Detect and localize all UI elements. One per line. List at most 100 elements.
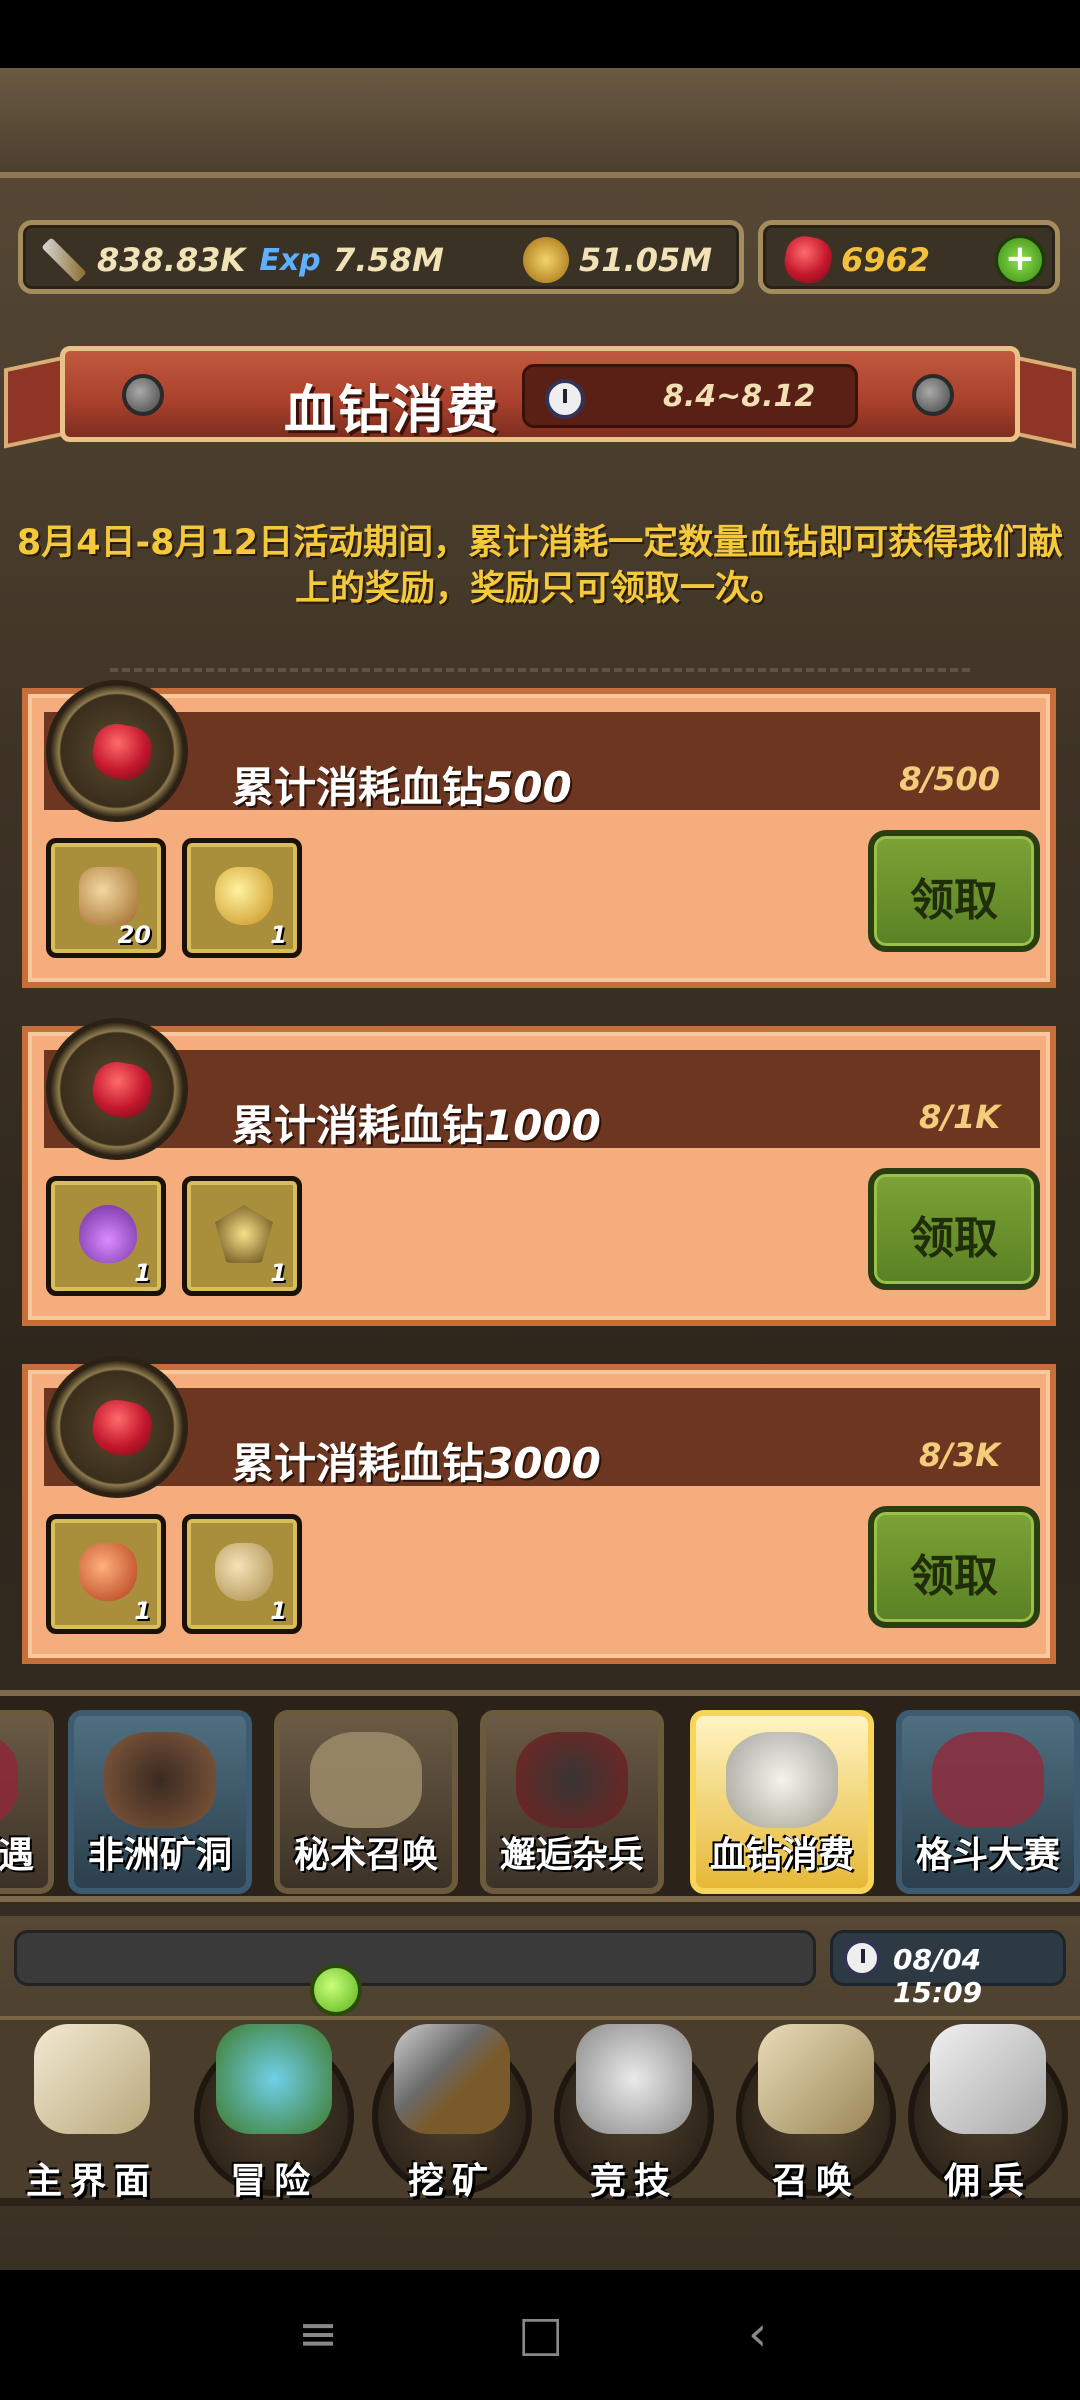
reward-card: 累计消耗血钻500 8/500 20 1 领取 xyxy=(22,680,1056,988)
claim-button[interactable]: 领取 xyxy=(868,830,1040,952)
reward-progress: 8/1K xyxy=(918,1098,1000,1136)
claim-label: 领取 xyxy=(910,1213,998,1264)
map-scroll-icon xyxy=(34,2024,150,2134)
exp-resource: Exp 7.58M xyxy=(257,235,443,285)
claim-button[interactable]: 领取 xyxy=(868,1506,1040,1628)
event-date-box: 8.4~8.12 xyxy=(522,364,858,428)
game-screen: 838.83K Exp 7.58M 51.05M 6962 + 血钻消费 8.4… xyxy=(0,68,1080,2270)
blood-diamond-resource: 6962 xyxy=(781,233,931,287)
notification-dot xyxy=(310,1964,362,2016)
claim-button[interactable]: 领取 xyxy=(868,1168,1040,1290)
reward-item[interactable]: 1 xyxy=(182,1514,302,1634)
tab-blood-diamond-consume[interactable]: 血钻消费 xyxy=(690,1710,874,1894)
add-diamond-button[interactable]: + xyxy=(995,235,1045,285)
timestamp: 08/04 15:09 xyxy=(893,1943,983,2009)
card-ruby-badge xyxy=(46,1018,188,1160)
sword-icon xyxy=(41,237,87,283)
card-ruby-badge xyxy=(46,1356,188,1498)
tab-encounter[interactable]: 遇 xyxy=(0,1710,54,1894)
claim-label: 领取 xyxy=(910,875,998,926)
pickaxe-icon xyxy=(394,2024,510,2134)
reward-item[interactable]: 1 xyxy=(46,1176,166,1296)
tab-label: 非洲矿洞 xyxy=(87,1835,232,1876)
reward-card-header: 累计消耗血钻500 8/500 xyxy=(44,712,1040,812)
reward-progress: 8/3K xyxy=(918,1436,1000,1474)
exp-icon: Exp xyxy=(259,242,321,278)
medal-icon xyxy=(215,1205,273,1263)
tent-icon xyxy=(930,2024,1046,2134)
item-count: 1 xyxy=(270,1259,287,1287)
reward-title: 累计消耗血钻3000 xyxy=(232,1430,601,1491)
reward-item[interactable]: 1 xyxy=(46,1514,166,1634)
panda-icon xyxy=(726,1732,838,1828)
scroll-icon xyxy=(310,1732,422,1828)
tan-bag-icon xyxy=(215,1543,273,1601)
nav-label: 挖矿 xyxy=(407,2161,496,2202)
nav-arena[interactable]: 竞技 xyxy=(546,2008,722,2208)
reward-item[interactable]: 20 xyxy=(46,838,166,958)
tab-label: 邂逅杂兵 xyxy=(499,1835,644,1876)
reward-item[interactable]: 1 xyxy=(182,838,302,958)
tab-label: 秘术召唤 xyxy=(293,1835,438,1876)
blood-diamond-bar: 6962 + xyxy=(758,220,1060,294)
reward-card: 累计消耗血钻1000 8/1K 1 1 领取 xyxy=(22,1018,1056,1326)
activity-tab-strip: 遇 非洲矿洞 秘术召唤 邂逅杂兵 血钻消费 格斗大赛 xyxy=(0,1690,1080,1902)
ruby-icon xyxy=(781,233,835,287)
item-count: 1 xyxy=(270,1597,287,1625)
clock-icon xyxy=(545,379,585,419)
gold-bag-icon xyxy=(215,867,273,925)
tab-label: 遇 xyxy=(0,1835,34,1876)
nav-label: 佣兵 xyxy=(943,2161,1032,2202)
reward-title: 累计消耗血钻1000 xyxy=(232,1092,601,1153)
reward-title-text: 累计消耗血钻 xyxy=(232,763,485,812)
gold-value: 51.05M xyxy=(579,241,713,279)
reward-progress: 8/500 xyxy=(899,760,1000,798)
reward-title: 累计消耗血钻500 xyxy=(232,754,572,815)
item-count: 1 xyxy=(270,921,287,949)
tab-secret-summon[interactable]: 秘术召唤 xyxy=(274,1710,458,1894)
cup-icon xyxy=(79,867,137,925)
home-icon[interactable]: □ xyxy=(518,2310,563,2358)
nav-mining[interactable]: 挖矿 xyxy=(364,2008,540,2208)
tab-fighting-contest[interactable]: 格斗大赛 xyxy=(896,1710,1080,1894)
nav-label: 主界面 xyxy=(25,2161,158,2202)
nav-mercenary[interactable]: 佣兵 xyxy=(900,2008,1076,2208)
blood-diamond-value: 6962 xyxy=(841,241,931,279)
bolt-icon xyxy=(912,374,954,416)
system-nav-bar: ≡ □ ‹ xyxy=(0,2270,1080,2400)
bottom-nav-area: 08/04 15:09 主界面 冒险 挖矿 竞技 召唤 佣兵 xyxy=(0,1916,1080,2246)
menu-icon[interactable]: ≡ xyxy=(298,2310,338,2358)
event-title: 血钻消费 xyxy=(284,381,501,441)
card-ruby-badge xyxy=(46,680,188,822)
reward-card: 累计消耗血钻3000 8/3K 1 1 领取 xyxy=(22,1356,1056,1664)
nav-main[interactable]: 主界面 xyxy=(4,2008,180,2208)
tab-african-cave[interactable]: 非洲矿洞 xyxy=(68,1710,252,1894)
tab-encounter-soldiers[interactable]: 邂逅杂兵 xyxy=(480,1710,664,1894)
reward-card-header: 累计消耗血钻3000 8/3K xyxy=(44,1388,1040,1488)
reward-title-number: 500 xyxy=(484,763,572,812)
event-date-range: 8.4~8.12 xyxy=(663,379,816,414)
time-box: 08/04 15:09 xyxy=(830,1930,1066,2009)
nav-summon[interactable]: 召唤 xyxy=(728,2008,904,2208)
message-bar[interactable] xyxy=(14,1930,816,1986)
reward-title-text: 累计消耗血钻 xyxy=(232,1101,485,1150)
item-count: 20 xyxy=(117,921,151,949)
gold-coin-icon xyxy=(523,237,569,283)
helmet-icon xyxy=(516,1732,628,1828)
cave-icon xyxy=(104,1732,216,1828)
encounter-icon xyxy=(0,1732,18,1828)
nav-label: 冒险 xyxy=(229,2161,318,2202)
event-description: 8月4日-8月12日活动期间，累计消耗一定数量血钻即可获得我们献上的奖励，奖励只… xyxy=(16,523,1064,609)
ruby-icon xyxy=(88,1396,156,1460)
back-icon[interactable]: ‹ xyxy=(748,2310,767,2358)
event-banner: 血钻消费 8.4~8.12 xyxy=(0,324,1080,484)
reward-item[interactable]: 1 xyxy=(182,1176,302,1296)
potion-icon xyxy=(79,1205,137,1263)
nav-adventure[interactable]: 冒险 xyxy=(186,2008,362,2208)
summon-scroll-icon xyxy=(758,2024,874,2134)
bolt-icon xyxy=(122,374,164,416)
claim-label: 领取 xyxy=(910,1551,998,1602)
red-bag-icon xyxy=(79,1543,137,1601)
item-count: 1 xyxy=(134,1597,151,1625)
nav-label: 竞技 xyxy=(589,2161,678,2202)
